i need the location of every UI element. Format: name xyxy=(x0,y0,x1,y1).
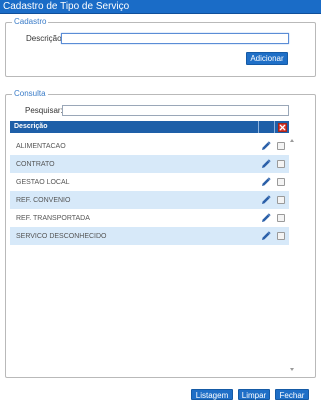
cell-descricao: REF. CONVENIO xyxy=(16,197,71,204)
row-checkbox[interactable] xyxy=(277,232,285,240)
header-separator xyxy=(274,121,275,133)
grid-scrollbar[interactable] xyxy=(289,137,296,373)
pesquisar-input[interactable] xyxy=(62,105,289,116)
cadastro-legend: Cadastro xyxy=(12,17,49,27)
row-checkbox[interactable] xyxy=(277,178,285,186)
header-separator xyxy=(258,121,259,133)
grid-header: Descrição xyxy=(10,121,289,133)
cell-descricao: GESTAO LOCAL xyxy=(16,179,70,186)
column-header-descricao[interactable]: Descrição xyxy=(14,122,47,132)
pencil-icon[interactable] xyxy=(261,213,271,223)
cell-descricao: CONTRATO xyxy=(16,161,55,168)
limpar-button[interactable]: Limpar xyxy=(238,389,270,400)
cell-descricao: ALIMENTACAO xyxy=(16,143,66,150)
pencil-icon[interactable] xyxy=(261,177,271,187)
row-checkbox[interactable] xyxy=(277,214,285,222)
cell-descricao: SERVICO DESCONHECIDO xyxy=(16,233,107,240)
window-title: Cadastro de Tipo de Serviço xyxy=(3,1,130,12)
table-row[interactable]: ALIMENTACAO xyxy=(10,137,289,155)
table-row[interactable]: REF. TRANSPORTADA xyxy=(10,209,289,227)
table-row[interactable]: REF. CONVENIO xyxy=(10,191,289,209)
pencil-icon[interactable] xyxy=(261,159,271,169)
table-row[interactable]: GESTAO LOCAL xyxy=(10,173,289,191)
adicionar-button[interactable]: Adicionar xyxy=(246,52,288,65)
table-row[interactable]: CONTRATO xyxy=(10,155,289,173)
pencil-icon[interactable] xyxy=(261,141,271,151)
scroll-down-arrow-icon[interactable] xyxy=(290,368,294,371)
pencil-icon[interactable] xyxy=(261,231,271,241)
grid-body: ALIMENTACAO CONTRATO GESTAO LOCAL REF. C… xyxy=(10,137,289,245)
table-row[interactable]: SERVICO DESCONHECIDO xyxy=(10,227,289,245)
consulta-legend: Consulta xyxy=(12,89,48,99)
close-x-icon xyxy=(279,124,286,131)
cell-descricao: REF. TRANSPORTADA xyxy=(16,215,90,222)
fechar-button[interactable]: Fechar xyxy=(275,389,309,400)
delete-all-button[interactable] xyxy=(278,123,287,132)
pencil-icon[interactable] xyxy=(261,195,271,205)
listagem-button[interactable]: Listagem xyxy=(191,389,233,400)
window-titlebar: Cadastro de Tipo de Serviço xyxy=(0,0,321,14)
pesquisar-label: Pesquisar: xyxy=(25,106,63,115)
row-checkbox[interactable] xyxy=(277,160,285,168)
scroll-up-arrow-icon[interactable] xyxy=(290,139,294,142)
cadastro-fieldset: Cadastro xyxy=(5,17,316,77)
row-checkbox[interactable] xyxy=(277,196,285,204)
descricao-label: Descrição: xyxy=(26,34,64,43)
descricao-input[interactable] xyxy=(61,33,289,44)
row-checkbox[interactable] xyxy=(277,142,285,150)
